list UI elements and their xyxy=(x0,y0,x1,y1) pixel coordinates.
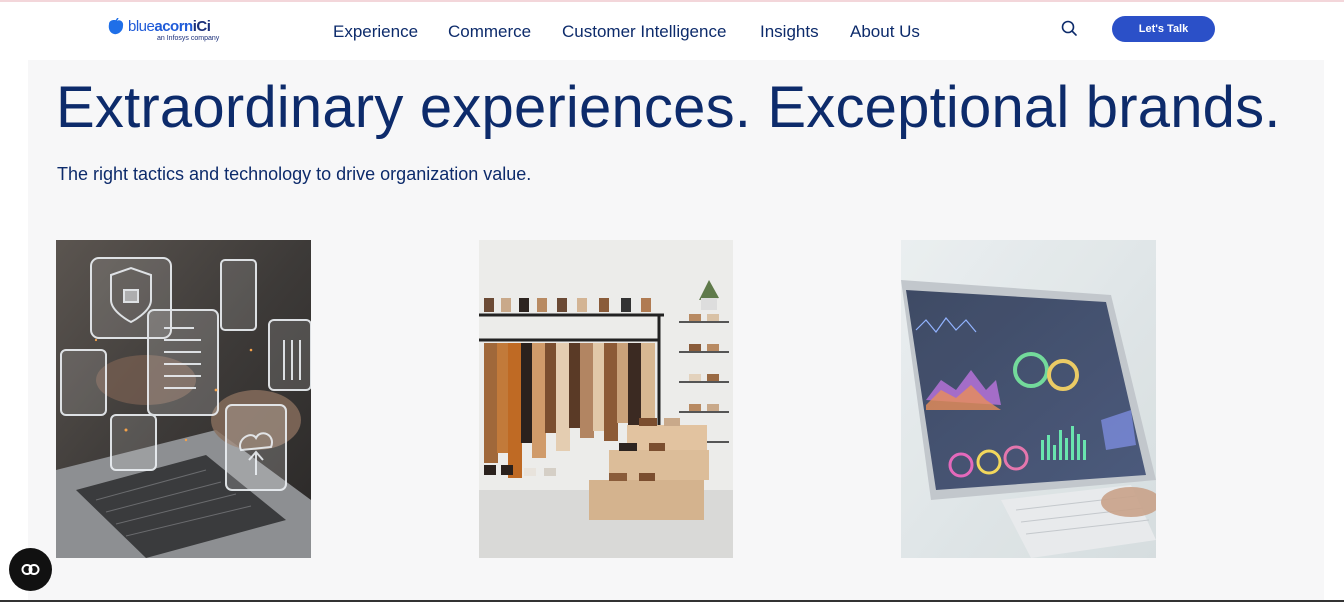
logo-word-blue: blue xyxy=(128,18,155,35)
hero-subtitle: The right tactics and technology to driv… xyxy=(57,164,532,184)
hero-section: Extraordinary experiences. Exceptional b… xyxy=(28,60,1324,602)
logo-tagline: an Infosys company xyxy=(157,35,220,42)
card-image-laptop-security[interactable] xyxy=(56,240,311,558)
accessibility-toggle-button[interactable] xyxy=(9,548,52,591)
hero-title: Extraordinary experiences. Exceptional b… xyxy=(56,75,1281,140)
laptop-security-icons-image xyxy=(56,240,311,558)
logo-wordmark: blueacorniCi xyxy=(128,18,211,35)
lets-talk-button[interactable]: Let's Talk xyxy=(1112,16,1215,42)
nav-item-experience[interactable]: Experience xyxy=(333,22,418,42)
search-button[interactable] xyxy=(1060,19,1080,39)
nav-item-customer-intelligence[interactable]: Customer Intelligence xyxy=(562,22,726,42)
nav-item-about-us[interactable]: About Us xyxy=(850,22,920,42)
card-image-clothing-store[interactable] xyxy=(479,240,734,558)
site-header: blueacorniCi an Infosys company Experien… xyxy=(0,2,1344,60)
nav-item-commerce[interactable]: Commerce xyxy=(448,22,531,42)
nav-item-insights[interactable]: Insights xyxy=(760,22,819,42)
search-icon xyxy=(1061,20,1077,36)
accessibility-toggle-icon xyxy=(21,564,40,575)
tablet-dashboard-analytics-image xyxy=(901,240,1156,558)
logo-word-acorn: acorn xyxy=(154,18,193,35)
brand-logo[interactable]: blueacorniCi an Infosys company xyxy=(106,16,236,46)
card-image-tablet-dashboard[interactable] xyxy=(901,240,1156,558)
acorn-logo-icon xyxy=(108,18,124,35)
logo-word-ici: iCi xyxy=(192,18,211,35)
clothing-rack-store-image xyxy=(479,240,733,558)
